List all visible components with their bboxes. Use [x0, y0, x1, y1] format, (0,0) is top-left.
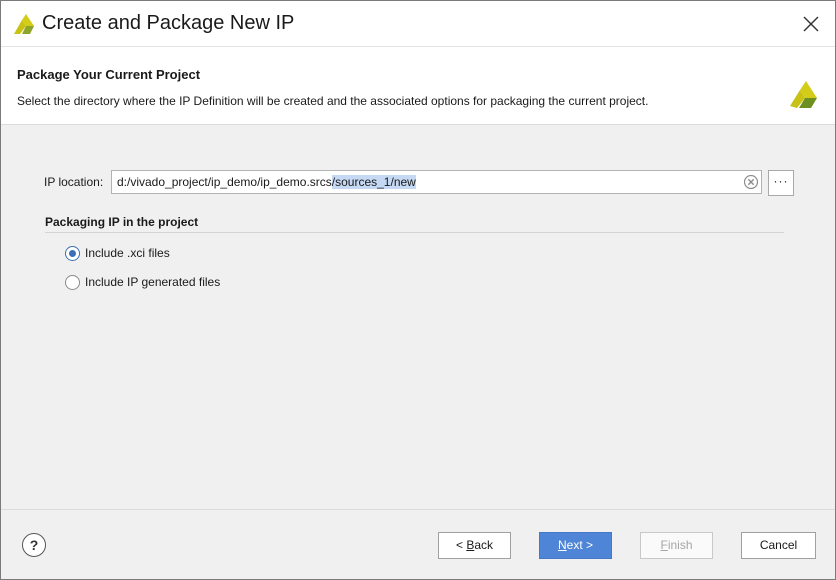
radio-label: Include .xci files [85, 246, 170, 260]
radio-button-checked[interactable] [65, 246, 80, 261]
radio-label: Include IP generated files [85, 275, 221, 289]
packaging-group-title: Packaging IP in the project [45, 215, 199, 229]
next-button[interactable]: Next > [539, 532, 612, 559]
ip-location-field[interactable]: d:/vivado_project/ip_demo/ip_demo.srcs/s… [111, 170, 762, 194]
page-header: Package Your Current Project Select the … [1, 46, 835, 125]
page-title: Package Your Current Project [17, 67, 201, 82]
back-button[interactable]: < Back [438, 532, 511, 559]
group-divider [45, 232, 784, 233]
ip-location-value: d:/vivado_project/ip_demo/ip_demo.srcs/s… [117, 175, 416, 189]
window-title: Create and Package New IP [42, 12, 295, 34]
ip-location-path-prefix: d:/vivado_project/ip_demo/ip_demo.srcs [117, 175, 332, 189]
page-description: Select the directory where the IP Defini… [17, 94, 649, 108]
clear-icon[interactable] [744, 175, 758, 189]
next-rest: ext > [566, 538, 594, 552]
next-mnemonic: N [557, 538, 567, 552]
title-bar: Create and Package New IP [1, 1, 835, 46]
browse-button[interactable]: ··· [768, 170, 794, 196]
cancel-button[interactable]: Cancel [741, 532, 816, 559]
vivado-logo-icon [790, 81, 817, 108]
back-rest: ack [474, 538, 494, 552]
help-button[interactable]: ? [22, 533, 46, 557]
close-icon[interactable] [799, 12, 823, 36]
footer-divider [1, 509, 835, 510]
finish-rest: inish [667, 538, 693, 552]
vivado-logo-icon [14, 14, 34, 34]
ip-location-path-selected: /sources_1/new [331, 175, 416, 189]
ip-location-label: IP location: [44, 175, 104, 189]
radio-button-unchecked[interactable] [65, 275, 80, 290]
finish-button: Finish [640, 532, 713, 559]
back-prefix: < [455, 538, 467, 552]
dialog-window: Create and Package New IP Package Your C… [0, 0, 836, 580]
finish-mnemonic: F [660, 538, 668, 552]
